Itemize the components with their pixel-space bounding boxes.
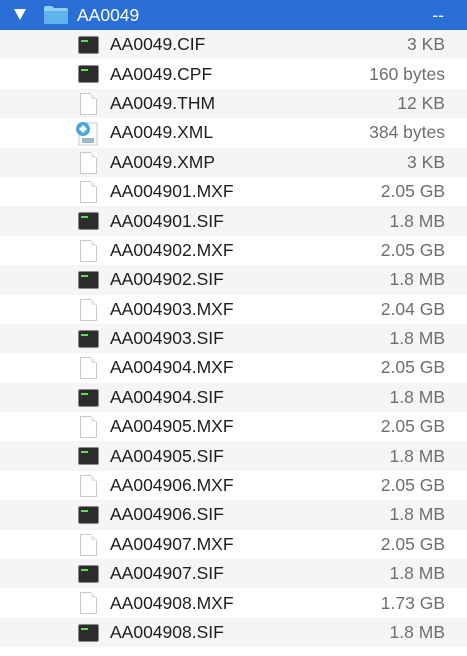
file-size: 3 KB bbox=[407, 34, 445, 55]
blank-document-icon bbox=[80, 533, 97, 556]
file-name: AA004903.SIF bbox=[110, 328, 224, 349]
file-name: AA004901.MXF bbox=[110, 181, 234, 202]
file-size: 1.8 MB bbox=[389, 445, 445, 466]
blank-document-icon bbox=[80, 239, 97, 262]
file-size: 3 KB bbox=[407, 151, 445, 172]
file-name: AA004908.MXF bbox=[110, 592, 234, 613]
file-row[interactable]: AA0049.CIF 3 KB bbox=[0, 30, 467, 60]
file-name: AA004906.MXF bbox=[110, 475, 234, 496]
file-row[interactable]: AA004905.MXF 2.05 GB bbox=[0, 412, 467, 441]
terminal-exec-icon bbox=[78, 447, 99, 466]
file-name: AA0049.THM bbox=[110, 92, 216, 113]
file-name: AA004904.SIF bbox=[110, 386, 224, 407]
file-size: 1.8 MB bbox=[389, 269, 445, 290]
blank-document-icon bbox=[80, 474, 97, 497]
file-name: AA004907.MXF bbox=[110, 533, 234, 554]
file-row[interactable]: AA004902.SIF 1.8 MB bbox=[0, 265, 467, 295]
file-name: AA0049.CPF bbox=[110, 63, 213, 84]
file-row[interactable]: AA004908.MXF 1.73 GB bbox=[0, 588, 467, 617]
file-size: 1.8 MB bbox=[389, 563, 445, 584]
file-name: AA004907.SIF bbox=[110, 563, 224, 584]
blank-document-icon bbox=[80, 180, 97, 203]
terminal-exec-icon bbox=[78, 388, 99, 407]
file-row[interactable]: AA0049.XML 384 bytes bbox=[0, 118, 467, 147]
file-name: AA004903.MXF bbox=[110, 298, 234, 319]
blank-document-icon bbox=[80, 592, 97, 615]
file-row[interactable]: AA004901.SIF 1.8 MB bbox=[0, 206, 467, 236]
file-row[interactable]: AA004904.MXF 2.05 GB bbox=[0, 353, 467, 382]
file-row[interactable]: AA004908.SIF 1.8 MB bbox=[0, 617, 467, 648]
terminal-exec-icon bbox=[78, 623, 99, 642]
file-size: 1.8 MB bbox=[389, 210, 445, 231]
file-row[interactable]: AA004903.SIF 1.8 MB bbox=[0, 323, 467, 354]
xml-document-icon bbox=[73, 120, 101, 146]
file-size: 1.73 GB bbox=[380, 592, 445, 613]
file-size: 2.05 GB bbox=[380, 181, 445, 202]
file-size: 2.05 GB bbox=[380, 475, 445, 496]
terminal-exec-icon bbox=[78, 271, 99, 290]
file-row[interactable]: AA004901.MXF 2.05 GB bbox=[0, 177, 467, 206]
file-row[interactable]: AA0049.THM 12 KB bbox=[0, 88, 467, 119]
file-size: 160 bytes bbox=[369, 63, 445, 84]
folder-name: AA0049 bbox=[77, 4, 140, 25]
file-row[interactable]: AA0049.XMP 3 KB bbox=[0, 147, 467, 177]
file-row[interactable]: AA004902.MXF 2.05 GB bbox=[0, 236, 467, 265]
file-name: AA004902.MXF bbox=[110, 239, 234, 260]
file-row[interactable]: AA004903.MXF 2.04 GB bbox=[0, 295, 467, 324]
file-name: AA004902.SIF bbox=[110, 269, 224, 290]
file-size: 12 KB bbox=[397, 92, 445, 113]
file-row[interactable]: AA004906.SIF 1.8 MB bbox=[0, 500, 467, 530]
terminal-exec-icon bbox=[78, 565, 99, 584]
terminal-exec-icon bbox=[78, 329, 99, 348]
file-size: 1.8 MB bbox=[389, 328, 445, 349]
file-name: AA004904.MXF bbox=[110, 357, 234, 378]
blank-document-icon bbox=[80, 416, 97, 439]
file-list: AA0049 -- AA0049.CIF 3 KB AA0049.CPF 160 by… bbox=[0, 0, 467, 648]
file-size: 2.04 GB bbox=[380, 298, 445, 319]
file-name: AA004905.MXF bbox=[110, 416, 234, 437]
folder-row-aa0049[interactable]: AA0049 -- bbox=[0, 0, 467, 30]
file-size: 1.8 MB bbox=[389, 504, 445, 525]
terminal-exec-icon bbox=[78, 36, 99, 54]
file-row[interactable]: AA004905.SIF 1.8 MB bbox=[0, 441, 467, 471]
file-name: AA004905.SIF bbox=[110, 445, 224, 466]
file-size: 2.05 GB bbox=[380, 533, 445, 554]
terminal-exec-icon bbox=[78, 506, 99, 525]
folder-icon bbox=[44, 6, 68, 24]
file-name: AA004901.SIF bbox=[110, 210, 224, 231]
file-row[interactable]: AA004907.MXF 2.05 GB bbox=[0, 530, 467, 559]
blank-document-icon bbox=[80, 357, 97, 380]
file-size: 1.8 MB bbox=[389, 622, 445, 642]
file-row[interactable]: AA004906.MXF 2.05 GB bbox=[0, 471, 467, 500]
file-name: AA004908.SIF bbox=[110, 622, 224, 642]
disclosure-triangle-icon[interactable] bbox=[14, 9, 26, 20]
file-name: AA0049.CIF bbox=[110, 34, 206, 55]
file-size: 1.8 MB bbox=[389, 386, 445, 407]
file-size: 384 bytes bbox=[369, 122, 445, 143]
file-name: AA0049.XML bbox=[110, 122, 214, 143]
file-size: 2.05 GB bbox=[380, 357, 445, 378]
file-row[interactable]: AA004904.SIF 1.8 MB bbox=[0, 382, 467, 413]
blank-document-icon bbox=[80, 92, 97, 115]
blank-document-icon bbox=[80, 298, 97, 321]
file-name: AA0049.XMP bbox=[110, 151, 216, 172]
folder-size: -- bbox=[432, 4, 444, 25]
blank-document-icon bbox=[80, 151, 97, 174]
file-row[interactable]: AA004907.SIF 1.8 MB bbox=[0, 559, 467, 589]
file-size: 2.05 GB bbox=[380, 239, 445, 260]
file-name: AA004906.SIF bbox=[110, 504, 224, 525]
terminal-exec-icon bbox=[78, 65, 99, 84]
file-row[interactable]: AA0049.CPF 160 bytes bbox=[0, 59, 467, 88]
terminal-exec-icon bbox=[78, 212, 99, 231]
file-size: 2.05 GB bbox=[380, 416, 445, 437]
